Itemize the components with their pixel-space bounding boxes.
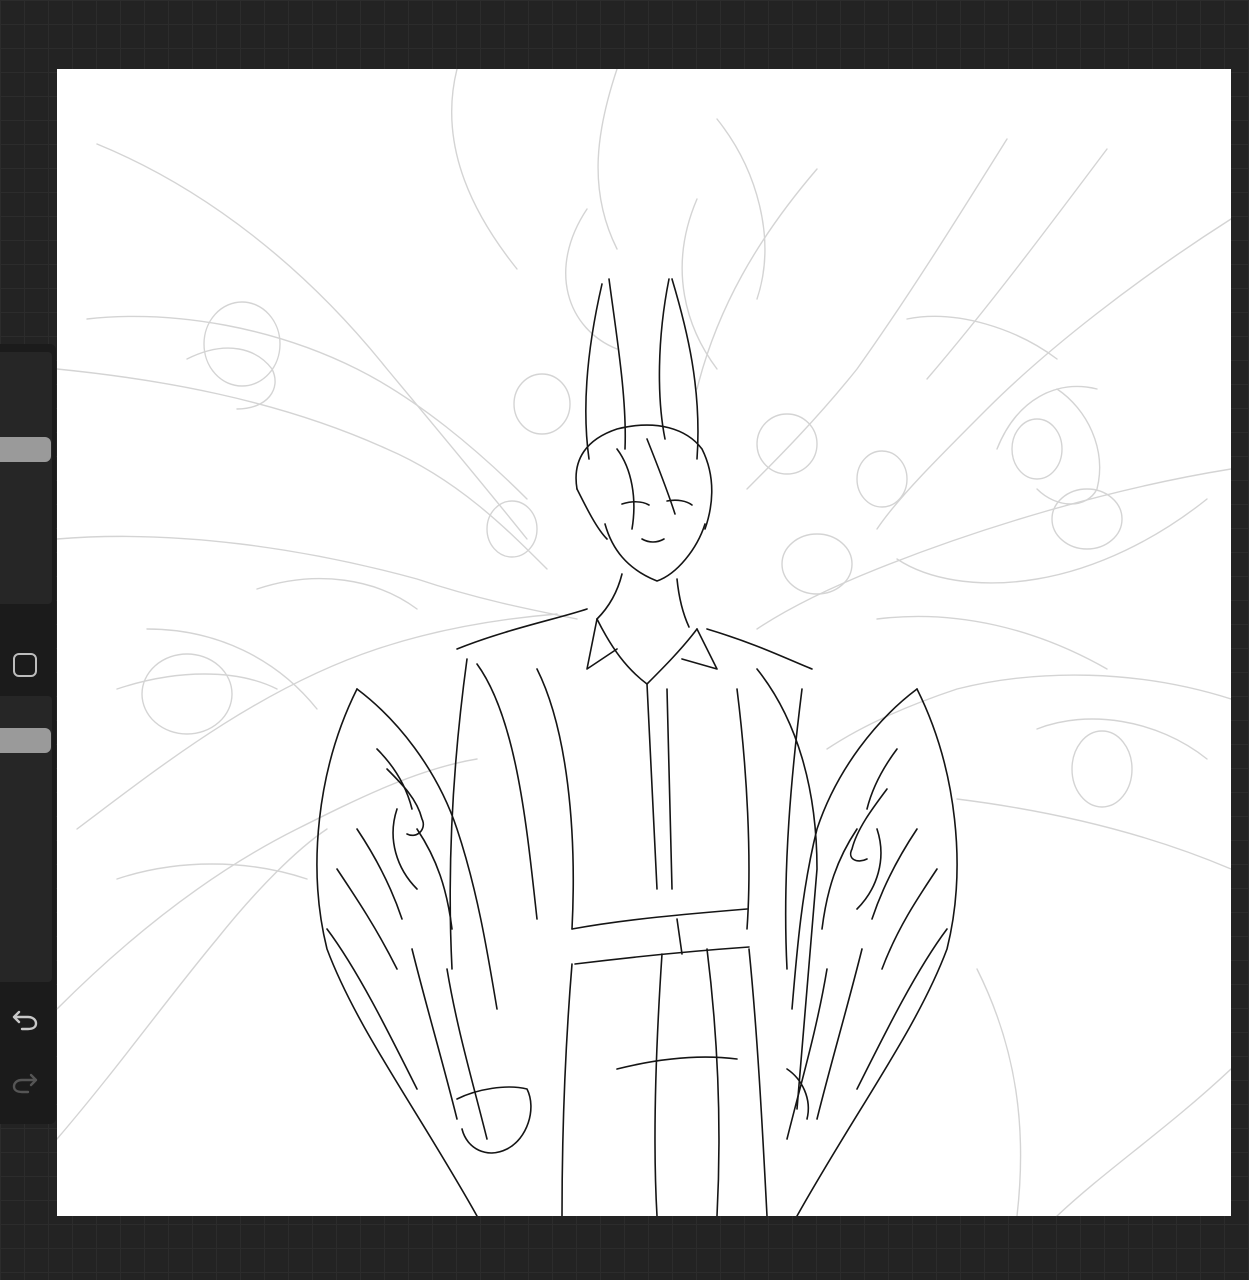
sketch-artwork <box>57 69 1231 1216</box>
brush-size-slider[interactable] <box>0 352 52 604</box>
tool-sidebar <box>0 344 56 1124</box>
workspace-background <box>0 0 1249 1280</box>
square-outline-icon <box>13 653 37 677</box>
brush-opacity-slider[interactable] <box>0 696 52 982</box>
drawing-canvas[interactable] <box>57 69 1231 1216</box>
undo-arrow-icon <box>12 1010 38 1031</box>
undo-button[interactable] <box>10 1005 40 1035</box>
brush-opacity-slider-thumb[interactable] <box>0 728 51 753</box>
redo-button[interactable] <box>10 1068 40 1098</box>
modify-button[interactable] <box>10 650 40 680</box>
redo-arrow-icon <box>12 1073 38 1094</box>
brush-size-slider-thumb[interactable] <box>0 437 51 462</box>
